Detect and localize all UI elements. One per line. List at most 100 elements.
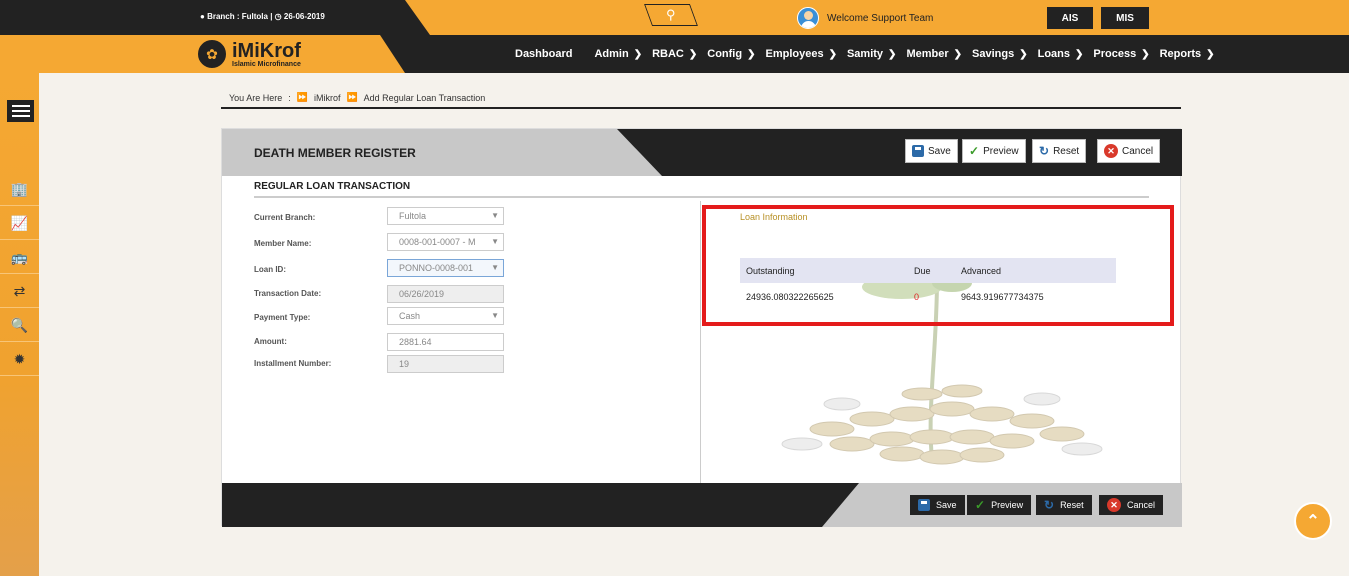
chevron-right-icon: ❯: [888, 48, 897, 60]
reset-label: Reset: [1053, 145, 1080, 157]
current-branch-select[interactable]: Fultola: [387, 207, 504, 225]
refresh-icon: ↻: [1039, 144, 1050, 158]
nav-process-label: Process: [1093, 48, 1137, 60]
transfer-icon[interactable]: ⇄: [0, 275, 39, 308]
chevron-right-icon: ❯: [1019, 48, 1028, 60]
globe-icon: ●: [200, 12, 205, 21]
footer-cancel-label: Cancel: [1127, 500, 1156, 510]
chevron-right-icon: ❯: [1075, 48, 1084, 60]
chevron-up-icon[interactable]: ⌃: [1294, 502, 1332, 540]
close-icon: ✕: [1107, 498, 1121, 512]
nav-dashboard[interactable]: Dashboard: [515, 48, 572, 60]
close-icon: ✕: [1104, 144, 1118, 158]
chevron-right-icon: ❯: [1141, 48, 1150, 60]
payment-type-select[interactable]: Cash: [387, 307, 504, 325]
nav-loans[interactable]: Loans ❯: [1038, 48, 1084, 60]
nav-admin[interactable]: Admin ❯: [594, 48, 642, 60]
loan-id-label: Loan ID:: [254, 265, 286, 274]
member-name-label: Member Name:: [254, 239, 312, 248]
nav-admin-label: Admin: [594, 48, 629, 60]
nav-process[interactable]: Process ❯: [1093, 48, 1149, 60]
nav-member-label: Member: [906, 48, 949, 60]
breadcrumb-home[interactable]: iMikrof: [314, 93, 341, 103]
logo[interactable]: ✿ iMiKrof Islamic Microfinance: [196, 38, 301, 70]
chevron-right-icon: ❯: [747, 48, 756, 60]
logo-leaf-icon: ✿: [196, 38, 228, 70]
transaction-date-label: Transaction Date:: [254, 289, 322, 298]
amount-label: Amount:: [254, 337, 287, 346]
hamburger-icon[interactable]: [7, 100, 34, 122]
section-divider: [254, 196, 1149, 198]
mis-button[interactable]: MIS: [1101, 7, 1149, 29]
footer-reset-button[interactable]: ↻ Reset: [1036, 495, 1092, 515]
breadcrumb-prefix: You Are Here: [229, 92, 283, 103]
chevron-right-icon: ❯: [1206, 48, 1215, 60]
nav-reports[interactable]: Reports ❯: [1160, 48, 1215, 60]
chevron-right-icon: ❯: [688, 48, 698, 60]
footer-cancel-button[interactable]: ✕ Cancel: [1099, 495, 1164, 515]
chevron-right-icon: ❯: [828, 48, 837, 60]
bus-icon[interactable]: 🚌: [0, 241, 39, 274]
nav-rbac[interactable]: RBAC ❯: [652, 48, 697, 60]
check-icon: ✓: [975, 498, 986, 512]
save-button[interactable]: Save: [905, 139, 958, 163]
breadcrumb-separator: :: [288, 92, 291, 103]
search-icon: ⚲: [666, 7, 676, 22]
nav-reports-label: Reports: [1159, 48, 1202, 60]
logo-title: iMiKrof: [232, 39, 301, 62]
nav-dashboard-label: Dashboard: [515, 48, 573, 60]
breadcrumb-current: Add Regular Loan Transaction: [363, 92, 486, 103]
column-divider: [700, 201, 701, 483]
preview-button[interactable]: ✓ Preview: [962, 139, 1026, 163]
save-label: Save: [928, 145, 951, 157]
user-welcome[interactable]: Welcome Support Team: [797, 7, 933, 29]
welcome-text: Welcome Support Team: [827, 12, 934, 24]
current-branch-label: Current Branch:: [254, 213, 316, 222]
nav-samity-label: Samity: [846, 48, 884, 60]
avatar[interactable]: [797, 7, 819, 29]
chevron-right-icon: ❯: [633, 48, 643, 60]
refresh-icon: ↻: [1044, 498, 1055, 512]
main-menu: Dashboard Admin ❯ RBAC ❯ Config ❯ Employees…: [515, 35, 1225, 73]
preview-label: Preview: [983, 145, 1019, 157]
footer-save-label: Save: [936, 500, 957, 510]
nav-member[interactable]: Member ❯: [906, 48, 962, 60]
nav-savings-label: Savings: [972, 48, 1015, 60]
nav-config[interactable]: Config ❯: [707, 48, 755, 60]
clock-icon: ◷: [274, 12, 282, 21]
loan-id-select[interactable]: PONNO-0008-001: [387, 259, 504, 277]
nav-samity[interactable]: Samity ❯: [847, 48, 896, 60]
double-arrow-icon: ⏩: [346, 92, 358, 102]
nav-rbac-label: RBAC: [652, 48, 684, 60]
breadcrumb: You Are Here : ⏩ iMikrof ⏩ Add Regular L…: [229, 92, 485, 103]
nav-employees-label: Employees: [765, 48, 824, 60]
installment-number-field: 19: [387, 355, 504, 373]
save-icon: [918, 499, 930, 511]
page-title: DEATH MEMBER REGISTER: [254, 146, 416, 160]
footer-preview-button[interactable]: ✓ Preview: [967, 495, 1032, 515]
loan-information-highlight: [702, 205, 1174, 326]
double-arrow-icon: ⏩: [296, 92, 308, 102]
search-button[interactable]: ⚲: [644, 4, 698, 26]
network-icon[interactable]: ✹: [0, 343, 39, 376]
amount-input[interactable]: 2881.64: [387, 333, 504, 351]
installment-number-label: Installment Number:: [254, 359, 332, 368]
reset-button[interactable]: ↻ Reset: [1032, 139, 1087, 163]
main-panel: DEATH MEMBER REGISTER Save ✓ Preview ↻ R…: [221, 128, 1182, 527]
branch-text: Branch : Fultola |: [207, 12, 273, 21]
member-name-select[interactable]: 0008-001-0007 - M: [387, 233, 504, 251]
check-icon: ✓: [969, 144, 980, 158]
building-icon[interactable]: 🏢: [0, 173, 39, 206]
ais-button[interactable]: AIS: [1047, 7, 1093, 29]
chart-icon[interactable]: 📈: [0, 207, 39, 240]
cancel-label: Cancel: [1122, 145, 1154, 157]
date-text: 26-06-2019: [283, 12, 325, 21]
nav-employees[interactable]: Employees ❯: [765, 48, 836, 60]
save-icon: [912, 145, 924, 157]
cancel-button[interactable]: ✕ Cancel: [1097, 139, 1161, 163]
search-people-icon[interactable]: 🔍: [0, 309, 39, 342]
nav-savings[interactable]: Savings ❯: [972, 48, 1028, 60]
breadcrumb-divider: [221, 107, 1181, 109]
footer-save-button[interactable]: Save: [910, 495, 965, 515]
nav-config-label: Config: [707, 48, 743, 60]
